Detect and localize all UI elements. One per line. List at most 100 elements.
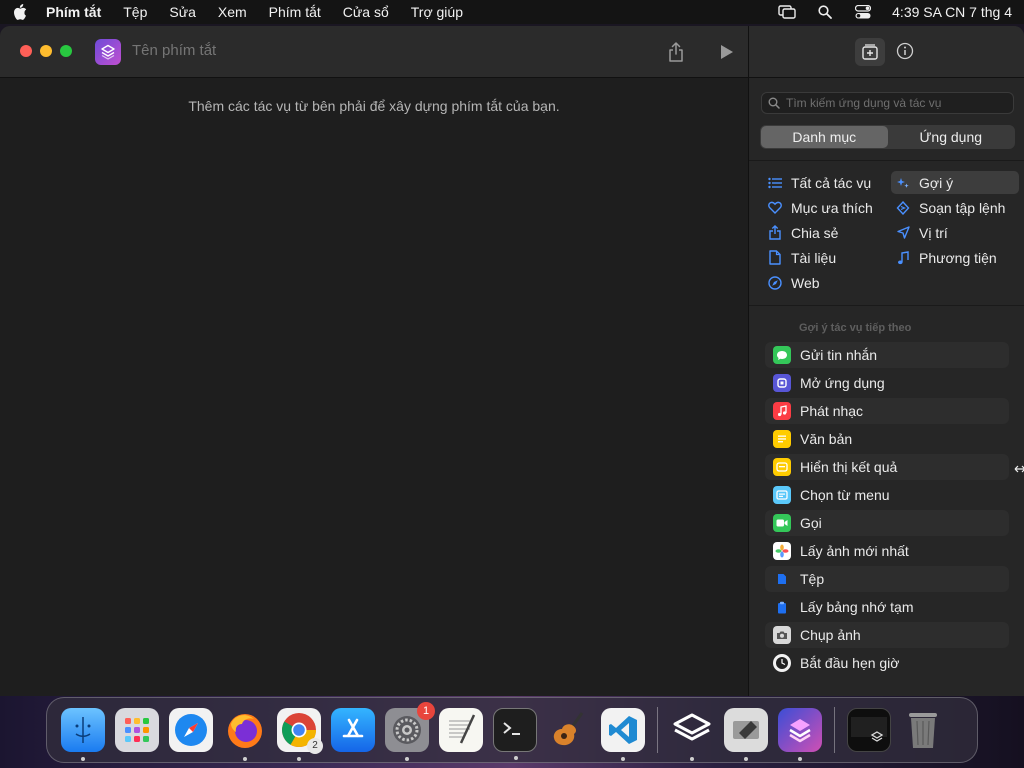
- menu-edit[interactable]: Sửa: [169, 4, 196, 20]
- search-icon: [768, 97, 780, 109]
- share-icon[interactable]: [665, 40, 687, 64]
- segment-categories[interactable]: Danh mục: [761, 126, 888, 148]
- music-note-icon: [895, 250, 911, 266]
- running-indicator: [744, 757, 748, 761]
- control-center-icon[interactable]: [854, 4, 872, 20]
- action-label: Mở ứng dụng: [800, 375, 885, 391]
- category-all-actions[interactable]: Tất cả tác vụ: [763, 171, 891, 194]
- safari-icon[interactable]: [169, 708, 213, 752]
- menu-help[interactable]: Trợ giúp: [411, 4, 463, 20]
- document-icon: [767, 250, 783, 266]
- screen-mirroring-icon[interactable]: [778, 4, 796, 20]
- action-library-button[interactable]: [855, 38, 885, 66]
- action-text[interactable]: Văn bản: [765, 426, 1009, 452]
- text-icon: [773, 430, 791, 448]
- action-get-clipboard[interactable]: Lấy bảng nhớ tạm: [765, 594, 1009, 620]
- shortcuts-app-icon[interactable]: [778, 708, 822, 761]
- category-media[interactable]: Phương tiện: [891, 246, 1019, 269]
- finder-icon[interactable]: [61, 708, 105, 761]
- run-play-icon[interactable]: [716, 40, 738, 64]
- shortcut-name-input[interactable]: [132, 42, 432, 59]
- action-search-field[interactable]: [761, 92, 1014, 114]
- trash-icon[interactable]: [901, 708, 945, 752]
- script-icon: [895, 200, 911, 216]
- chrome-icon[interactable]: 2: [277, 708, 323, 761]
- action-call[interactable]: Gọi: [765, 510, 1009, 536]
- action-get-latest-photos[interactable]: Lấy ảnh mới nhất: [765, 538, 1009, 564]
- action-open-app[interactable]: Mở ứng dụng: [765, 370, 1009, 396]
- action-label: Chọn từ menu: [800, 487, 890, 503]
- menu-app-name[interactable]: Phím tắt: [46, 4, 101, 20]
- garageband-icon[interactable]: [547, 708, 591, 752]
- category-documents[interactable]: Tài liệu: [763, 246, 891, 269]
- running-indicator: [621, 757, 625, 761]
- running-indicator: [405, 757, 409, 761]
- running-indicator: [690, 757, 694, 761]
- running-indicator: [297, 757, 301, 761]
- suggested-actions-list: Gửi tin nhắn Mở ứng dụng Phát nhạc Văn b…: [765, 342, 1009, 678]
- menu-icon: [773, 486, 791, 504]
- action-label: Bắt đầu hẹn giờ: [800, 655, 900, 671]
- action-label: Lấy ảnh mới nhất: [800, 543, 909, 559]
- action-show-result[interactable]: Hiển thị kết quả: [765, 454, 1009, 480]
- menu-bar: Phím tắt Tệp Sửa Xem Phím tắt Cửa sổ Trợ…: [0, 0, 1024, 24]
- running-indicator: [514, 756, 518, 760]
- action-take-photo[interactable]: Chụp ảnh: [765, 622, 1009, 648]
- category-favorites[interactable]: Mục ưa thích: [763, 196, 891, 219]
- running-indicator: [81, 757, 85, 761]
- category-scripting[interactable]: Soạn tập lệnh: [891, 196, 1019, 219]
- category-label: Tài liệu: [791, 249, 837, 266]
- action-label: Lấy bảng nhớ tạm: [800, 599, 914, 615]
- next-action-suggestions-title: Gợi ý tác vụ tiếp theo: [799, 322, 912, 334]
- unity-hub-icon[interactable]: [670, 708, 714, 761]
- category-sharing[interactable]: Chia sẻ: [763, 221, 891, 244]
- category-suggestions[interactable]: Gợi ý: [891, 171, 1019, 194]
- category-label: Gợi ý: [919, 174, 954, 191]
- app-store-icon[interactable]: [331, 708, 375, 752]
- result-icon: [773, 458, 791, 476]
- textedit-icon[interactable]: [439, 708, 483, 752]
- menu-clock[interactable]: 4:39 SA CN 7 thg 4: [892, 4, 1012, 20]
- dock-separator: [657, 707, 658, 753]
- category-location[interactable]: Vị trí: [891, 221, 1019, 244]
- shortcut-glyph-icon[interactable]: [95, 39, 121, 65]
- empty-editor-hint: Thêm các tác vụ từ bên phải để xây dựng …: [188, 98, 560, 114]
- action-file[interactable]: Tệp: [765, 566, 1009, 592]
- sparkle-icon: [895, 175, 911, 191]
- search-input[interactable]: [786, 96, 1006, 110]
- action-play-music[interactable]: Phát nhạc: [765, 398, 1009, 424]
- menu-window[interactable]: Cửa sổ: [343, 4, 389, 20]
- location-icon: [895, 225, 911, 241]
- category-label: Chia sẻ: [791, 224, 839, 241]
- segment-apps[interactable]: Ứng dụng: [888, 126, 1015, 148]
- firefox-icon[interactable]: [223, 708, 267, 761]
- window-controls: [20, 45, 72, 57]
- music-icon: [773, 402, 791, 420]
- action-choose-from-menu[interactable]: Chọn từ menu: [765, 482, 1009, 508]
- minimized-window-icon[interactable]: [847, 708, 891, 752]
- apple-menu-icon[interactable]: [12, 4, 28, 20]
- heart-icon: [767, 200, 783, 216]
- running-indicator: [798, 757, 802, 761]
- action-start-timer[interactable]: Bắt đầu hẹn giờ: [765, 650, 1009, 676]
- divider: [749, 305, 1024, 306]
- spotlight-search-icon[interactable]: [816, 4, 834, 20]
- launchpad-icon[interactable]: [115, 708, 159, 752]
- category-web[interactable]: Web: [763, 271, 891, 294]
- clock-icon: [773, 654, 791, 672]
- boot-camp-assistant-icon[interactable]: [724, 708, 768, 761]
- list-icon: [767, 175, 783, 191]
- vscode-icon[interactable]: [601, 708, 645, 761]
- system-settings-icon[interactable]: 1: [385, 702, 435, 761]
- menu-shortcuts[interactable]: Phím tắt: [269, 4, 321, 20]
- close-window-button[interactable]: [20, 45, 32, 57]
- action-label: Gửi tin nhắn: [800, 347, 878, 363]
- action-send-message[interactable]: Gửi tin nhắn: [765, 342, 1009, 368]
- menu-view[interactable]: Xem: [218, 4, 247, 20]
- zoom-window-button[interactable]: [60, 45, 72, 57]
- category-label: Tất cả tác vụ: [791, 174, 872, 191]
- menu-file[interactable]: Tệp: [123, 4, 147, 20]
- terminal-icon[interactable]: [493, 708, 537, 760]
- info-icon[interactable]: [895, 41, 915, 61]
- minimize-window-button[interactable]: [40, 45, 52, 57]
